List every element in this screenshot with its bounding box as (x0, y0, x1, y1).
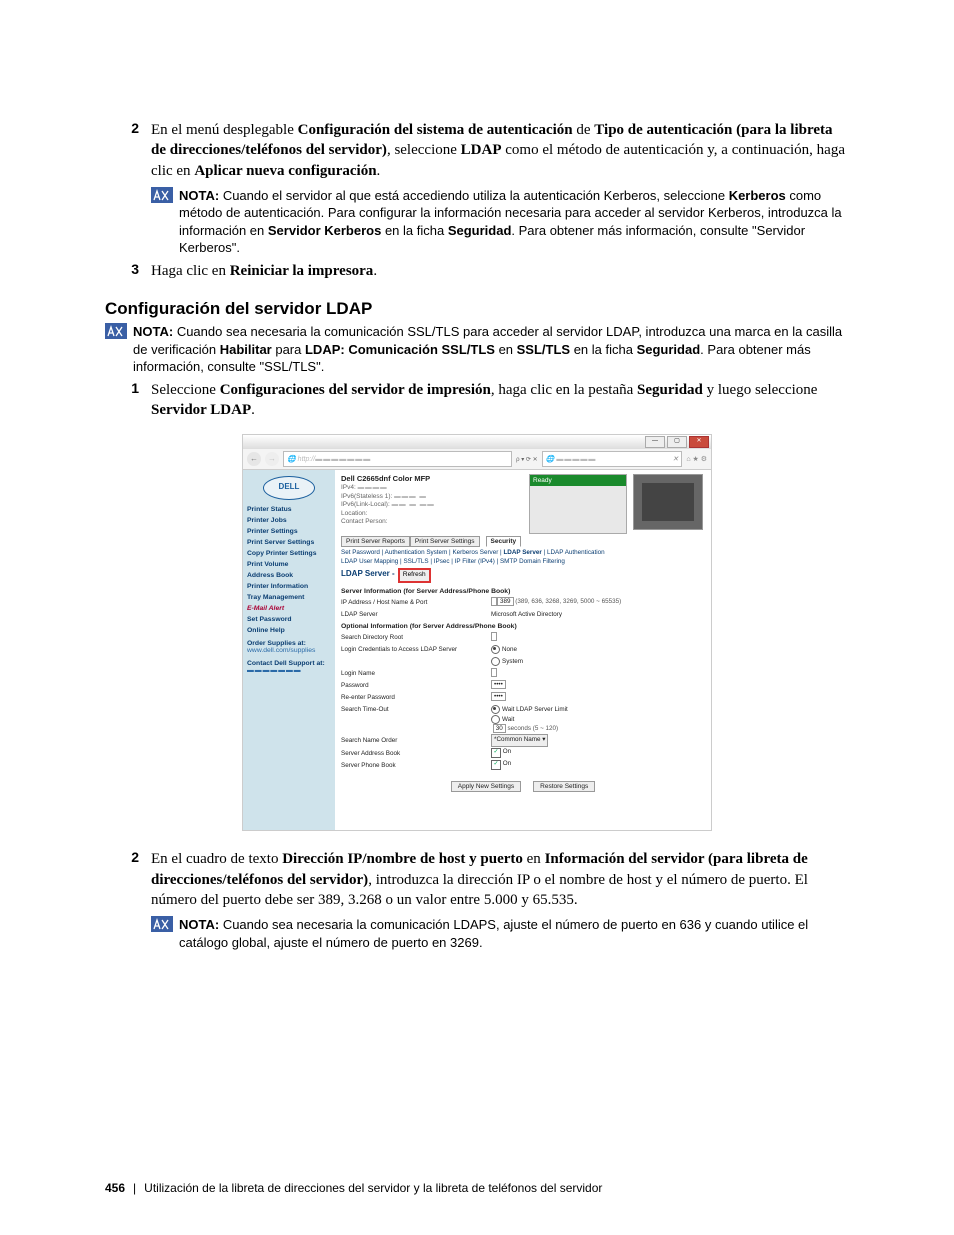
phonebook-checkbox[interactable]: ✓ (491, 760, 501, 770)
step-number: 1 (105, 380, 151, 396)
sidebar-item[interactable]: Print Server Settings (247, 539, 331, 546)
field-label: Search Time-Out (341, 706, 491, 713)
sidebar-item[interactable]: Tray Management (247, 594, 331, 601)
subnav-link[interactable]: Kerberos Server (452, 549, 498, 556)
info-row: IPv4: ▬▬▬▬ (341, 484, 523, 492)
field-label: Search Name Order (341, 737, 491, 744)
sidebar-link[interactable]: ▬▬▬▬▬▬▬ (247, 667, 331, 674)
info-row: Contact Person: (341, 518, 523, 526)
port-hint: (389, 636, 3268, 3269, 5000 ~ 65535) (515, 598, 621, 605)
info-row: IPv6(Stateless 1): ▬▬▬ ▬ (341, 493, 523, 501)
note-icon (151, 187, 173, 203)
step-text: Haga clic en Reiniciar la impresora. (151, 261, 849, 281)
apply-button[interactable]: Apply New Settings (451, 781, 521, 792)
subnav-link[interactable]: SMTP Domain Filtering (500, 558, 565, 565)
printer-thumbnail (633, 474, 703, 530)
browser-tools[interactable]: ρ ▾ ⟳ ✕ (516, 456, 537, 463)
search-order-select[interactable]: *Common Name ▾ (491, 734, 548, 747)
address-bar[interactable]: 🌐 http://▬▬▬▬▬▬▬ (283, 451, 512, 467)
subnav-link[interactable]: Set Password (341, 549, 380, 556)
sidebar-item[interactable]: Set Password (247, 616, 331, 623)
step-number: 2 (105, 120, 151, 136)
field-label: Search Directory Root (341, 634, 491, 641)
embedded-screenshot: — ▢ ✕ ← → 🌐 http://▬▬▬▬▬▬▬ ρ ▾ ⟳ ✕ 🌐 ▬▬▬… (242, 434, 712, 831)
sidebar-item[interactable]: Online Help (247, 627, 331, 634)
tab-security[interactable]: Security (486, 536, 522, 547)
subnav-link[interactable]: LDAP User Mapping (341, 558, 398, 565)
step-number: 3 (105, 261, 151, 277)
section-title: Configuración del servidor LDAP (105, 299, 849, 319)
port-input[interactable]: 389 (497, 597, 514, 606)
forward-button[interactable]: → (265, 452, 279, 466)
password-input[interactable]: •••• (491, 680, 506, 689)
field-label: Password (341, 682, 491, 689)
tab-print-server-reports[interactable]: Print Server Reports (341, 536, 410, 547)
subnav-link[interactable]: SSL/TLS (403, 558, 428, 565)
radio-none[interactable] (491, 645, 500, 654)
info-row: IPv6(Link-Local): ▬▬ ▬ ▬▬ (341, 501, 523, 509)
note-text: NOTA: Cuando sea necesaria la comunicaci… (133, 323, 849, 376)
field-label: Server Address Book (341, 750, 491, 757)
minimize-button[interactable]: — (645, 436, 665, 448)
field-label: Server Phone Book (341, 762, 491, 769)
sidebar-item[interactable]: Copy Printer Settings (247, 550, 331, 557)
sidebar-item[interactable]: Address Book (247, 572, 331, 579)
sidebar-label: Order Supplies at: (247, 640, 331, 647)
note-text: NOTA: Cuando sea necesaria la comunicaci… (179, 916, 849, 951)
note-text: NOTA: Cuando el servidor al que está acc… (179, 187, 849, 257)
note-icon (151, 916, 173, 932)
search-root-input[interactable] (491, 632, 497, 641)
dell-logo: DELL (263, 476, 315, 500)
subnav-current: LDAP Server (503, 549, 541, 556)
sidebar-item[interactable]: Printer Status (247, 506, 331, 513)
back-button[interactable]: ← (247, 452, 261, 466)
subnav-link[interactable]: Authentication System (385, 549, 448, 556)
field-label: IP Address / Host Name & Port (341, 599, 491, 606)
step-text: En el cuadro de texto Dirección IP/nombr… (151, 849, 849, 910)
sidebar-item[interactable]: Printer Settings (247, 528, 331, 535)
form-header: Server Information (for Server Address/P… (341, 588, 705, 595)
step-number: 2 (105, 849, 151, 865)
field-label: LDAP Server (341, 611, 491, 618)
maximize-button[interactable]: ▢ (667, 436, 687, 448)
page-title: LDAP Server - Refresh (335, 565, 711, 584)
model-name: Dell C2665dnf Color MFP (341, 474, 523, 483)
info-row: Location: (341, 510, 523, 518)
password-confirm-input[interactable]: •••• (491, 692, 506, 701)
radio-wait-server[interactable] (491, 705, 500, 714)
sidebar-item[interactable]: Print Volume (247, 561, 331, 568)
timeout-input[interactable]: 30 (493, 724, 506, 733)
sidebar: DELL Printer Status Printer Jobs Printer… (243, 470, 335, 830)
login-name-input[interactable] (491, 668, 497, 677)
field-label: Re-enter Password (341, 694, 491, 701)
restore-button[interactable]: Restore Settings (533, 781, 595, 792)
form-header: Optional Information (for Server Address… (341, 623, 705, 630)
field-label: Login Credentials to Access LDAP Server (341, 646, 491, 653)
subnav-row: Set Password | Authentication System | K… (335, 547, 711, 556)
close-button[interactable]: ✕ (689, 436, 709, 448)
note-icon (105, 323, 127, 339)
subnav-link[interactable]: IPsec (434, 558, 450, 565)
refresh-button[interactable]: Refresh (399, 569, 430, 582)
field-value: Microsoft Active Directory (491, 611, 705, 618)
sidebar-link[interactable]: www.dell.com/supplies (247, 647, 331, 654)
radio-system[interactable] (491, 657, 500, 666)
field-label: Login Name (341, 670, 491, 677)
sidebar-item[interactable]: Printer Information (247, 583, 331, 590)
tab-print-server-settings[interactable]: Print Server Settings (410, 536, 480, 547)
radio-wait-seconds[interactable] (491, 715, 500, 724)
subnav-link[interactable]: LDAP Authentication (547, 549, 605, 556)
addressbook-checkbox[interactable]: ✓ (491, 748, 501, 758)
subnav-link[interactable]: IP Filter (IPv4) (455, 558, 495, 565)
step-text: En el menú desplegable Configuración del… (151, 120, 849, 181)
status-panel: Ready (529, 474, 627, 534)
tab-label[interactable]: 🌐 ▬▬▬▬▬✕ (542, 451, 683, 467)
step-text: Seleccione Configuraciones del servidor … (151, 380, 849, 421)
sidebar-label: Contact Dell Support at: (247, 660, 331, 667)
subnav-row: LDAP User Mapping | SSL/TLS | IPsec | IP… (335, 556, 711, 565)
sidebar-item[interactable]: E-Mail Alert (247, 605, 331, 612)
page-footer: 456|Utilización de la libreta de direcci… (105, 1181, 602, 1195)
sidebar-item[interactable]: Printer Jobs (247, 517, 331, 524)
browser-menu-icons[interactable]: ⌂ ★ ⚙ (686, 455, 707, 463)
